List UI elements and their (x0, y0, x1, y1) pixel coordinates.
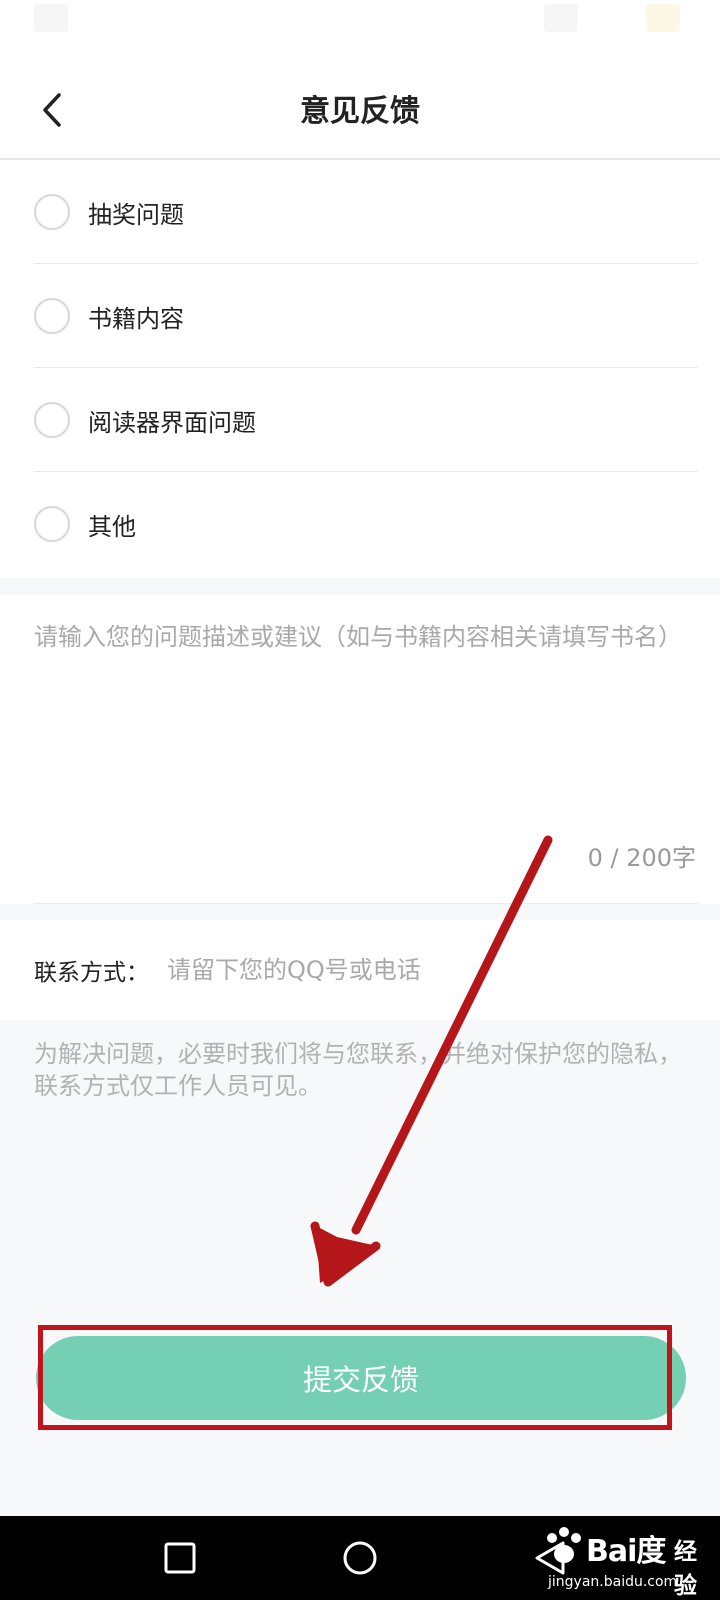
watermark-url: jingyan.baidu.com (548, 1574, 678, 1590)
system-navigation-bar: Bai度 经验 jingyan.baidu.com (0, 1516, 720, 1600)
contact-label: 联系方式： (34, 960, 149, 986)
privacy-note: 为解决问题，必要时我们将与您联系，并绝对保护您的隐私，联系方式仅工作人员可见。 (34, 1040, 682, 1100)
description-section: 0 / 200字 (0, 594, 720, 904)
radio-button[interactable] (34, 402, 70, 438)
circle-icon (343, 1541, 377, 1575)
privacy-section: 为解决问题，必要时我们将与您联系，并绝对保护您的隐私，联系方式仅工作人员可见。 (0, 1020, 720, 1516)
option-label: 书籍内容 (88, 304, 184, 333)
option-lottery[interactable]: 抽奖问题 (34, 160, 698, 264)
char-count: 0 / 200字 (587, 844, 696, 872)
watermark-logo: Bai度 (586, 1534, 666, 1569)
paw-logo-icon (547, 1527, 581, 1563)
status-bar (0, 0, 720, 40)
radio-button[interactable] (34, 506, 70, 542)
square-icon (164, 1542, 196, 1574)
description-input[interactable] (34, 622, 698, 862)
radio-button[interactable] (34, 298, 70, 334)
section-gap (0, 578, 720, 594)
contact-input[interactable] (167, 948, 647, 992)
watermark-product: 经验 (674, 1539, 697, 1599)
radio-button[interactable] (34, 194, 70, 230)
status-icon (646, 4, 680, 32)
option-label: 阅读器界面问题 (88, 408, 256, 437)
option-other[interactable]: 其他 (34, 472, 698, 576)
home-button[interactable] (338, 1536, 382, 1580)
recent-apps-button[interactable] (158, 1536, 202, 1580)
feedback-type-list: 抽奖问题 书籍内容 阅读器界面问题 其他 (0, 160, 720, 578)
baidu-jingyan-watermark: Bai度 经验 jingyan.baidu.com (538, 1524, 718, 1599)
status-icon (544, 4, 578, 32)
option-label: 其他 (88, 512, 136, 541)
page-title: 意见反馈 (300, 94, 420, 129)
status-icon (34, 4, 68, 32)
header: 意见反馈 (0, 60, 720, 160)
option-reader-ui[interactable]: 阅读器界面问题 (34, 368, 698, 472)
submit-feedback-button[interactable]: 提交反馈 (36, 1336, 686, 1420)
contact-row: 联系方式： (0, 920, 720, 1020)
option-book-content[interactable]: 书籍内容 (34, 264, 698, 368)
section-gap (0, 904, 720, 920)
option-label: 抽奖问题 (88, 200, 184, 229)
